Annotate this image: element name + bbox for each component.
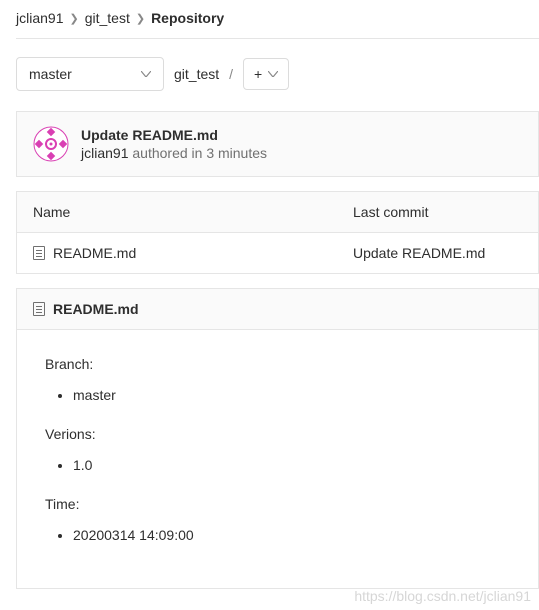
watermark: https://blog.csdn.net/jclian91: [354, 588, 531, 604]
chevron-right-icon: ❯: [136, 12, 145, 25]
breadcrumb: jclian91 ❯ git_test ❯ Repository: [16, 10, 539, 39]
breadcrumb-owner[interactable]: jclian91: [16, 10, 63, 26]
col-last-commit: Last commit: [353, 204, 522, 220]
repo-toolbar: master git_test / +: [16, 57, 539, 91]
avatar: [33, 126, 69, 162]
chevron-down-icon: [268, 71, 278, 77]
readme-card: README.md Branch: master Verions: 1.0 Ti…: [16, 288, 539, 589]
table-row[interactable]: README.md Update README.md: [17, 232, 538, 273]
breadcrumb-current: Repository: [151, 10, 224, 26]
readme-body: Branch: master Verions: 1.0 Time: 202003…: [17, 330, 538, 588]
col-name: Name: [33, 204, 353, 220]
breadcrumb-repo[interactable]: git_test: [85, 10, 130, 26]
list-item: 1.0: [73, 455, 510, 476]
path-separator: /: [229, 66, 233, 82]
branch-selector[interactable]: master: [16, 57, 164, 91]
readme-label: Branch:: [45, 354, 510, 375]
add-button[interactable]: +: [243, 58, 289, 90]
path-segment[interactable]: git_test: [174, 66, 219, 82]
chevron-down-icon: [141, 71, 151, 77]
readme-label: Time:: [45, 494, 510, 515]
file-last-commit: Update README.md: [353, 245, 522, 261]
branch-name: master: [29, 66, 72, 82]
file-table: Name Last commit README.md Update README…: [16, 191, 539, 274]
commit-meta: jclian91 authored in 3 minutes: [81, 145, 267, 161]
chevron-right-icon: ❯: [69, 12, 78, 25]
commit-authored-text: authored in 3 minutes: [132, 145, 267, 161]
commit-author[interactable]: jclian91: [81, 145, 128, 161]
plus-icon: +: [254, 67, 262, 81]
readme-filename: README.md: [53, 301, 139, 317]
last-commit-panel: Update README.md jclian91 authored in 3 …: [16, 111, 539, 177]
table-header: Name Last commit: [17, 191, 538, 232]
file-icon: [33, 246, 45, 260]
commit-info: Update README.md jclian91 authored in 3 …: [81, 127, 267, 161]
readme-label: Verions:: [45, 424, 510, 445]
file-name-cell: README.md: [33, 245, 353, 261]
commit-title[interactable]: Update README.md: [81, 127, 267, 143]
readme-header: README.md: [17, 289, 538, 330]
list-item: 20200314 14:09:00: [73, 525, 510, 546]
file-icon: [33, 302, 45, 316]
file-name: README.md: [53, 245, 136, 261]
list-item: master: [73, 385, 510, 406]
